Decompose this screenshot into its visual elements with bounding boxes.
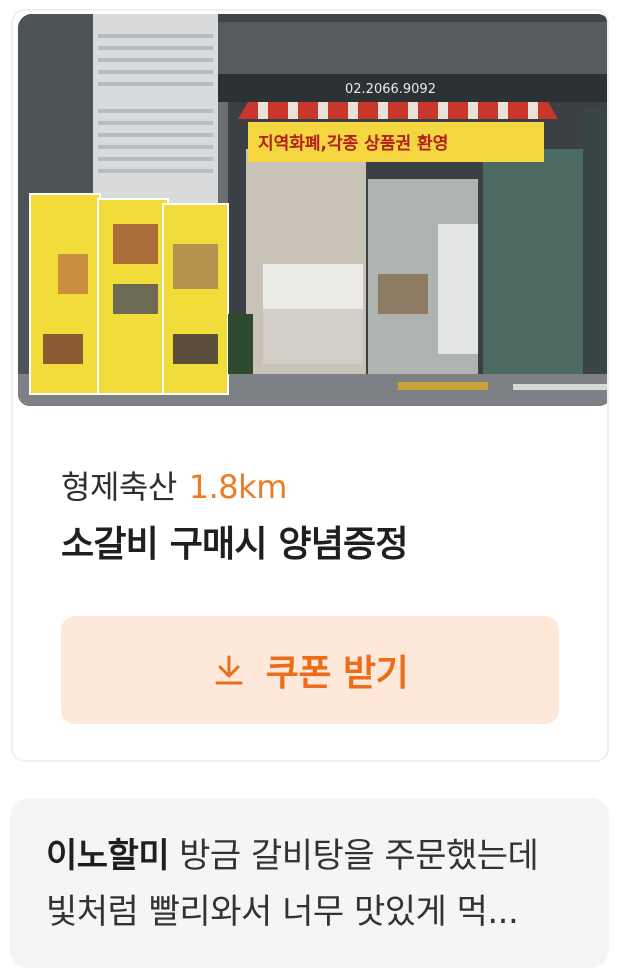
phone-number: 02.2066.9092	[345, 82, 436, 97]
get-coupon-label: 쿠폰 받기	[265, 653, 409, 694]
review-card[interactable]: 이노할미 방금 갈비탕을 주문했는데 빛처럼 빨리와서 너무 맛있게 먹...	[10, 798, 609, 968]
review-text-block: 이노할미 방금 갈비탕을 주문했는데 빛처럼 빨리와서 너무 맛있게 먹...	[46, 828, 573, 940]
coupon-info: 형제축산 1.8km 소갈비 구매시 양념증정	[61, 466, 567, 568]
offer-title: 소갈비 구매시 양념증정	[61, 524, 408, 565]
review-author: 이노할미	[46, 836, 170, 876]
coupon-card[interactable]: 02.2066.9092 지역화폐,각종 상품권 환영 형제축산 1.8km 소…	[11, 9, 609, 762]
store-name: 형제축산	[61, 468, 177, 506]
store-line: 형제축산 1.8km	[61, 466, 567, 508]
store-photo: 02.2066.9092 지역화폐,각종 상품권 환영	[18, 14, 607, 406]
awning-banner-text: 지역화폐,각종 상품권 환영	[258, 134, 448, 154]
download-icon	[215, 655, 243, 685]
get-coupon-button[interactable]: 쿠폰 받기	[61, 616, 559, 724]
distance-label: 1.8km	[188, 468, 288, 506]
